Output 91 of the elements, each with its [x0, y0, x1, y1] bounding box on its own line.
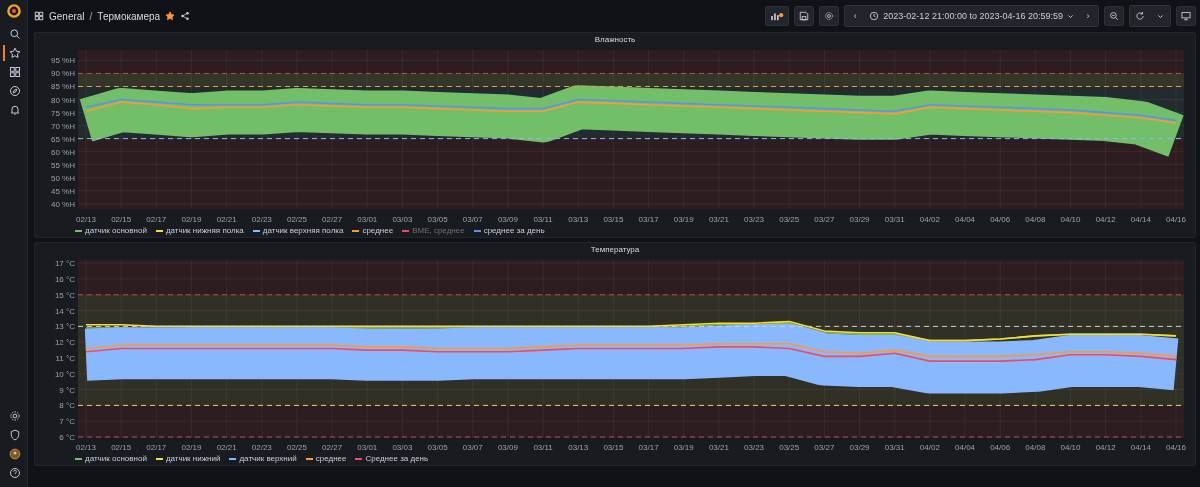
y-axis-label: 14 °C [54, 306, 75, 316]
x-axis-label: 02/23 [251, 443, 272, 452]
y-axis-label: 70 %H [51, 121, 75, 131]
x-axis-label: 03/29 [849, 443, 870, 452]
y-axis-label: 65 %H [51, 134, 75, 144]
x-axis-label: 03/11 [533, 443, 553, 452]
x-axis-label: 02/17 [146, 215, 167, 224]
x-axis-label: 03/29 [849, 215, 870, 224]
y-axis-label: 6 °C [59, 433, 75, 442]
x-axis-label: 03/27 [814, 215, 835, 224]
x-axis-label: 02/21 [216, 443, 237, 452]
y-axis-label: 7 °C [59, 417, 75, 427]
x-axis-label: 03/31 [884, 215, 905, 224]
x-axis-label: 02/23 [251, 215, 272, 224]
x-axis-label: 04/04 [955, 443, 976, 452]
x-axis-label: 04/16 [1166, 215, 1186, 224]
breadcrumb-separator: / [89, 10, 93, 22]
y-axis-label: 10 °C [54, 369, 75, 379]
y-axis-label: 75 %H [51, 108, 75, 118]
x-axis-label: 03/09 [497, 215, 518, 224]
x-axis-label: 03/17 [638, 443, 659, 452]
x-axis-label: 02/13 [76, 443, 96, 452]
x-axis-label: 03/09 [497, 443, 518, 452]
x-axis-label: 02/25 [286, 215, 307, 224]
x-axis-label: 04/08 [1025, 215, 1046, 224]
x-axis-label: 02/15 [111, 215, 132, 224]
y-axis-label: 11 °C [55, 354, 75, 363]
x-axis-label: 04/02 [919, 443, 940, 452]
y-axis-label: 13 °C [54, 322, 75, 332]
x-axis-label: 02/25 [286, 443, 307, 452]
x-axis-label: 04/06 [990, 215, 1011, 224]
x-axis-label: 02/15 [111, 443, 132, 452]
y-axis-label: 8 °C [59, 401, 75, 411]
x-axis-label: 04/12 [1095, 443, 1116, 452]
y-axis-label: 60 %H [51, 147, 75, 157]
x-axis-label: 03/01 [357, 215, 378, 224]
y-axis-label: 12 °C [54, 338, 75, 348]
x-axis-label: 03/19 [673, 215, 694, 224]
x-axis-label: 04/12 [1095, 215, 1116, 224]
x-axis-label: 03/27 [814, 443, 835, 452]
y-axis-label: 80 %H [51, 95, 75, 105]
x-axis-label: 04/10 [1060, 215, 1081, 224]
x-axis-label: 03/25 [779, 215, 800, 224]
x-axis-label: 03/31 [884, 443, 905, 452]
x-axis-label: 03/15 [603, 215, 624, 224]
y-axis-label: 9 °C [59, 385, 75, 395]
y-axis-label: 40 %H [51, 199, 75, 209]
x-axis-label: 03/03 [392, 443, 413, 452]
x-axis-label: 04/08 [1025, 443, 1046, 452]
x-axis-label: 03/03 [392, 215, 413, 224]
panel-title: Влажность [594, 34, 636, 45]
x-axis-label: 02/17 [146, 443, 167, 452]
x-axis-label: 03/23 [744, 215, 765, 224]
y-axis-label: 16 °C [54, 274, 75, 284]
x-axis-label: 02/13 [76, 215, 96, 224]
x-axis-label: 02/19 [181, 215, 202, 224]
x-axis-label: 04/02 [919, 215, 940, 224]
x-axis-label: 02/21 [216, 215, 237, 224]
x-axis-label: 03/11 [533, 215, 553, 224]
y-axis-label: 95 %H [51, 56, 75, 66]
x-axis-label: 03/05 [427, 443, 448, 452]
x-axis-label: 02/19 [181, 443, 202, 452]
y-axis-label: 85 %H [51, 82, 75, 92]
x-axis-label: 04/06 [990, 443, 1011, 452]
x-axis-label: 04/14 [1130, 443, 1151, 452]
x-axis-label: 04/10 [1060, 443, 1081, 452]
y-axis-label: 15 °C [54, 290, 75, 300]
x-axis-label: 03/21 [708, 215, 729, 224]
x-axis-label: 03/15 [603, 443, 624, 452]
panel-title: Температура [590, 244, 640, 255]
x-axis-label: 03/25 [779, 443, 800, 452]
x-axis-label: 04/04 [955, 215, 976, 224]
x-axis-label: 04/16 [1166, 443, 1186, 452]
x-axis-label: 04/14 [1130, 215, 1151, 224]
x-axis-label: 03/19 [673, 443, 694, 452]
y-axis-label: 17 °C [54, 259, 75, 269]
x-axis-label: 03/21 [708, 443, 729, 452]
x-axis-label: 03/13 [568, 215, 589, 224]
y-axis-label: 45 %H [51, 186, 75, 196]
y-axis-label: 90 %H [51, 69, 75, 79]
x-axis-label: 02/27 [322, 215, 343, 224]
x-axis-label: 03/01 [357, 443, 378, 452]
x-axis-label: 02/27 [322, 443, 343, 452]
x-axis-label: 03/13 [568, 443, 589, 452]
y-axis-label: 50 %H [51, 173, 75, 183]
x-axis-label: 03/17 [638, 215, 659, 224]
x-axis-label: 03/07 [462, 215, 483, 224]
y-axis-label: 55 %H [51, 160, 75, 170]
x-axis-label: 03/05 [427, 215, 448, 224]
x-axis-label: 03/23 [744, 443, 765, 452]
x-axis-label: 03/07 [462, 443, 483, 452]
